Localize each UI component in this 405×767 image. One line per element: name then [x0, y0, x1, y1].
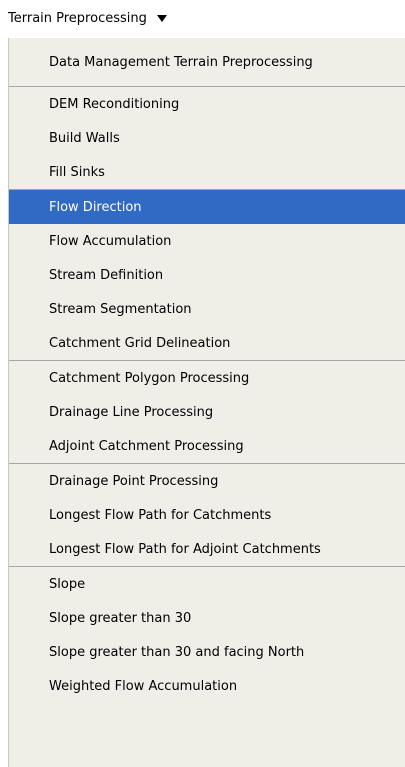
menu-item-label: Longest Flow Path for Catchments [49, 507, 272, 523]
menu-item-label: Slope greater than 30 [49, 610, 192, 626]
menu-item-label: Longest Flow Path for Adjoint Catchments [49, 541, 321, 557]
menu-item-slope-greater-than-30[interactable]: Slope greater than 30 [9, 601, 405, 635]
menu-item-label: Data Management Terrain Preprocessing [49, 54, 313, 70]
menu-item-label: Slope greater than 30 and facing North [49, 644, 305, 660]
caret-down-icon [156, 15, 167, 22]
menu-item-catchment-polygon-processing[interactable]: Catchment Polygon Processing [9, 361, 405, 395]
menu-item-catchment-grid-delineation[interactable]: Catchment Grid Delineation [9, 326, 405, 360]
menu-item-flow-accumulation[interactable]: Flow Accumulation [9, 224, 405, 258]
menu-item-adjoint-catchment-processing[interactable]: Adjoint Catchment Processing [9, 429, 405, 463]
menu-item-stream-segmentation[interactable]: Stream Segmentation [9, 292, 405, 326]
menu-item-slope[interactable]: Slope [9, 567, 405, 601]
menu-group-data-management: Data Management Terrain Preprocessing [9, 38, 405, 87]
menu-item-label: Stream Definition [49, 267, 164, 283]
menu-item-flow-direction[interactable]: Flow Direction [9, 190, 405, 224]
menu-item-label: Flow Direction [49, 199, 142, 215]
menu-item-drainage-line-processing[interactable]: Drainage Line Processing [9, 395, 405, 429]
menu-group-flow: Flow Direction Flow Accumulation Stream … [9, 190, 405, 361]
menu-group-drainage-point: Drainage Point Processing Longest Flow P… [9, 464, 405, 567]
menu-item-label: Weighted Flow Accumulation [49, 678, 238, 694]
menu-group-catchment: Catchment Polygon Processing Drainage Li… [9, 361, 405, 464]
menu-item-data-management-terrain-preprocessing[interactable]: Data Management Terrain Preprocessing [9, 38, 405, 86]
menu-item-longest-flow-path-adjoint-catchments[interactable]: Longest Flow Path for Adjoint Catchments [9, 532, 405, 566]
menu-item-longest-flow-path-catchments[interactable]: Longest Flow Path for Catchments [9, 498, 405, 532]
menu-item-build-walls[interactable]: Build Walls [9, 121, 405, 155]
menu-item-label: Drainage Point Processing [49, 473, 219, 489]
menu-item-label: Catchment Polygon Processing [49, 370, 250, 386]
menu-item-dem-reconditioning[interactable]: DEM Reconditioning [9, 87, 405, 121]
menu-bar: Terrain Preprocessing [0, 0, 405, 32]
menu-group-slope: Slope Slope greater than 30 Slope greate… [9, 567, 405, 703]
terrain-preprocessing-menu-button[interactable]: Terrain Preprocessing [8, 8, 167, 28]
menu-title: Terrain Preprocessing [8, 10, 147, 26]
menu-item-label: DEM Reconditioning [49, 96, 180, 112]
menu-item-label: Fill Sinks [49, 164, 105, 180]
menu-item-stream-definition[interactable]: Stream Definition [9, 258, 405, 292]
menu-item-label: Flow Accumulation [49, 233, 172, 249]
menu-item-label: Adjoint Catchment Processing [49, 438, 244, 454]
menu-item-label: Drainage Line Processing [49, 404, 214, 420]
menu-item-fill-sinks[interactable]: Fill Sinks [9, 155, 405, 189]
menu-group-dem: DEM Reconditioning Build Walls Fill Sink… [9, 87, 405, 190]
menu-item-label: Catchment Grid Delineation [49, 335, 231, 351]
menu-item-label: Build Walls [49, 130, 120, 146]
menu-item-label: Stream Segmentation [49, 301, 192, 317]
menu-item-drainage-point-processing[interactable]: Drainage Point Processing [9, 464, 405, 498]
terrain-preprocessing-dropdown: Data Management Terrain Preprocessing DE… [8, 38, 405, 767]
menu-item-label: Slope [49, 576, 86, 592]
menu-item-slope-greater-than-30-facing-north[interactable]: Slope greater than 30 and facing North [9, 635, 405, 669]
menu-item-weighted-flow-accumulation[interactable]: Weighted Flow Accumulation [9, 669, 405, 703]
